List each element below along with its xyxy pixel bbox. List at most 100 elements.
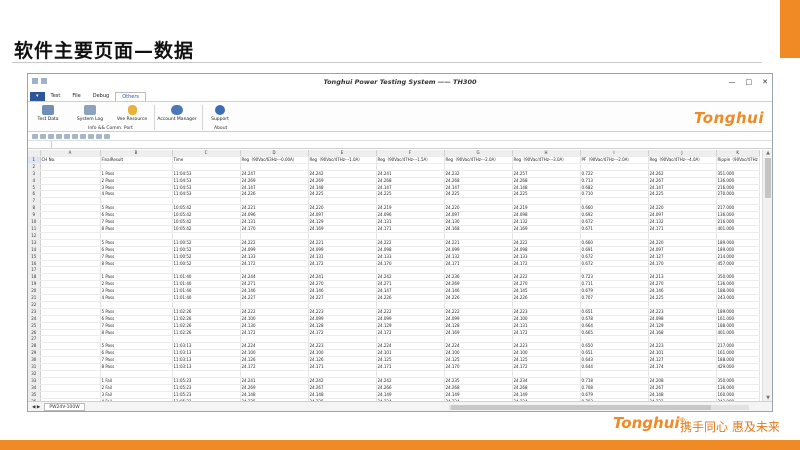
table-cell[interactable]: 24.270: [308, 280, 377, 289]
table-cell[interactable]: [40, 308, 101, 316]
table-cell[interactable]: [512, 301, 581, 309]
table-cell[interactable]: [40, 329, 101, 337]
table-cell[interactable]: 6 Pass: [100, 246, 173, 254]
table-cell[interactable]: 24.271: [240, 280, 309, 289]
table-cell[interactable]: 24.222: [376, 239, 445, 247]
table-cell[interactable]: 3 Pass: [100, 184, 173, 192]
vertical-scrollbar[interactable]: ▲ ▼: [762, 150, 772, 401]
table-cell[interactable]: [40, 273, 101, 282]
table-cell[interactable]: 24.127: [648, 253, 717, 261]
row-header[interactable]: 29: [28, 349, 41, 358]
table-cell[interactable]: 24.222: [240, 239, 309, 247]
table-cell[interactable]: 0.672: [580, 260, 649, 268]
menu-debug[interactable]: Debug: [87, 92, 115, 101]
table-cell[interactable]: 11:00:52: [172, 239, 241, 247]
table-cell[interactable]: 0.707: [580, 294, 649, 302]
table-cell[interactable]: 0.672: [580, 218, 649, 226]
menu-test[interactable]: Test: [45, 92, 67, 101]
table-cell[interactable]: [716, 266, 760, 275]
table-cell[interactable]: 0.660: [580, 239, 649, 247]
table-cell[interactable]: 24.271: [376, 280, 445, 289]
table-cell[interactable]: 11:00:52: [172, 253, 241, 261]
table-cell[interactable]: [716, 301, 760, 309]
table-cell[interactable]: [40, 170, 101, 178]
table-cell[interactable]: [40, 301, 101, 309]
table-cell[interactable]: 136.000: [716, 211, 760, 220]
table-cell[interactable]: [240, 370, 309, 378]
table-cell[interactable]: 24.222: [512, 239, 581, 247]
table-cell[interactable]: 24.171: [444, 260, 513, 268]
table-cell[interactable]: [376, 266, 445, 275]
table-cell[interactable]: 24.098: [648, 315, 717, 323]
row-header[interactable]: 11: [28, 225, 41, 233]
table-cell[interactable]: [240, 232, 309, 240]
table-cell[interactable]: 24.096: [376, 211, 445, 220]
table-cell[interactable]: 24.268: [444, 384, 513, 392]
table-cell[interactable]: 24.223: [648, 308, 717, 316]
table-cell[interactable]: 0.691: [580, 246, 649, 254]
table-cell[interactable]: [172, 197, 241, 206]
table-cell[interactable]: 24.099: [240, 246, 309, 254]
table-cell[interactable]: 24.128: [308, 322, 377, 330]
table-cell[interactable]: 24.127: [648, 356, 717, 365]
row-header[interactable]: 10: [28, 218, 41, 226]
row-header[interactable]: 15: [28, 253, 41, 261]
table-cell[interactable]: 24.128: [444, 322, 513, 330]
table-cell[interactable]: [100, 335, 173, 344]
row-header[interactable]: 16: [28, 260, 41, 268]
header-cell[interactable]: Reg（90Vac/47Hz---1.0A）: [308, 156, 377, 164]
table-cell[interactable]: 24.220: [308, 204, 377, 213]
table-cell[interactable]: 24.147: [240, 184, 309, 192]
table-cell[interactable]: [648, 335, 717, 344]
table-cell[interactable]: 10:05:42: [172, 225, 241, 233]
table-cell[interactable]: 24.169: [512, 225, 581, 233]
table-cell[interactable]: 24.148: [308, 391, 377, 399]
table-cell[interactable]: 24.224: [444, 342, 513, 351]
table-cell[interactable]: [100, 266, 173, 275]
header-cell[interactable]: Reg（90Vac/47Hz---2.0A）: [444, 156, 513, 164]
table-cell[interactable]: [648, 370, 717, 378]
table-cell[interactable]: 24.225: [648, 294, 717, 302]
table-cell[interactable]: 11:04:53: [172, 177, 241, 185]
table-cell[interactable]: [648, 197, 717, 206]
table-cell[interactable]: 24.170: [376, 260, 445, 268]
table-cell[interactable]: [40, 239, 101, 247]
table-cell[interactable]: [100, 163, 173, 171]
row-header[interactable]: 27: [28, 335, 41, 344]
table-cell[interactable]: 4 Pass: [100, 294, 173, 302]
table-cell[interactable]: 7 Pass: [100, 253, 173, 261]
table-cell[interactable]: 24.101: [376, 349, 445, 358]
table-cell[interactable]: [444, 335, 513, 344]
table-cell[interactable]: [40, 391, 101, 399]
table-cell[interactable]: 189.000: [716, 308, 760, 316]
table-cell[interactable]: 2 Pass: [100, 280, 173, 289]
table-cell[interactable]: [40, 363, 101, 371]
table-cell[interactable]: [172, 370, 241, 378]
table-cell[interactable]: 24.242: [376, 273, 445, 282]
table-cell[interactable]: 24.174: [648, 363, 717, 371]
table-cell[interactable]: 6 Pass: [100, 349, 173, 358]
table-cell[interactable]: 24.168: [444, 225, 513, 233]
table-cell[interactable]: [40, 266, 101, 275]
table-cell[interactable]: 11:01:40: [172, 273, 241, 282]
table-cell[interactable]: 24.129: [648, 322, 717, 330]
table-cell[interactable]: 24.145: [512, 287, 581, 296]
table-cell[interactable]: [40, 232, 101, 240]
table-cell[interactable]: 24.224: [376, 342, 445, 351]
table-cell[interactable]: 0.713: [580, 177, 649, 185]
table-cell[interactable]: 0.679: [580, 391, 649, 399]
row-header[interactable]: 3: [28, 170, 41, 178]
table-cell[interactable]: [716, 232, 760, 240]
table-cell[interactable]: 0.678: [580, 315, 649, 323]
table-cell[interactable]: 160.000: [716, 391, 760, 399]
row-header[interactable]: 7: [28, 197, 41, 206]
table-cell[interactable]: 11:05:23: [172, 391, 241, 399]
table-cell[interactable]: 0.643: [580, 356, 649, 365]
table-cell[interactable]: 24.220: [648, 239, 717, 247]
save-icon[interactable]: [48, 133, 54, 139]
table-cell[interactable]: 24.223: [308, 308, 377, 316]
table-cell[interactable]: 0.718: [580, 377, 649, 385]
table-cell[interactable]: 24.241: [308, 273, 377, 282]
table-cell[interactable]: 136.000: [716, 177, 760, 185]
table-cell[interactable]: [512, 163, 581, 171]
